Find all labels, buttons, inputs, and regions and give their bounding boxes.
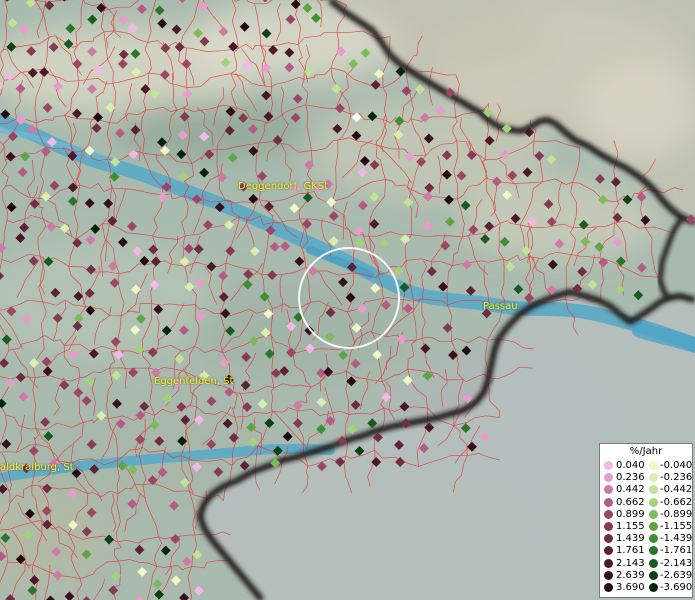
legend: %/Jahr 0.040 -0.040 0.236 -0.236 0.442 -0.442… <box>599 443 693 598</box>
legend-value-positive: 1.439 <box>616 533 645 545</box>
legend-swatch-positive <box>604 485 613 495</box>
legend-row: 0.662 -0.662 <box>600 497 694 509</box>
city-label-waldkraiburg: aldkraiburg, St <box>0 462 74 473</box>
legend-row: 0.442 -0.442 <box>600 484 694 496</box>
legend-swatch-negative <box>649 546 658 556</box>
legend-swatch-negative <box>649 583 658 592</box>
legend-value-negative: -1.761 <box>660 545 693 557</box>
legend-value-negative: -0.662 <box>660 496 693 508</box>
legend-swatch-negative <box>649 522 658 531</box>
legend-value-positive: 0.662 <box>616 496 645 508</box>
legend-swatch-positive <box>604 534 613 544</box>
legend-row: 2.143 -2.143 <box>600 558 694 570</box>
legend-value-negative: -1.439 <box>660 533 693 545</box>
legend-swatch-positive <box>604 546 613 556</box>
legend-value-negative: -0.236 <box>660 472 693 484</box>
legend-value-negative: -0.442 <box>660 484 693 496</box>
legend-value-positive: 1.761 <box>616 545 645 557</box>
legend-value-positive: 2.639 <box>616 569 645 581</box>
city-label-deggendorf: Deggendorf, GKSt <box>238 181 329 192</box>
city-label-eggenfelden: Eggenfelden, St <box>154 376 234 387</box>
legend-row: 0.236 -0.236 <box>600 472 694 484</box>
legend-swatch-positive <box>604 509 613 519</box>
legend-value-positive: 2.143 <box>616 557 645 569</box>
legend-swatch-positive <box>604 522 613 531</box>
legend-value-negative: -2.639 <box>660 569 693 581</box>
legend-swatch-positive <box>604 558 613 568</box>
city-label-passau: Passau <box>483 301 518 312</box>
legend-row: 0.899 -0.899 <box>600 509 694 521</box>
legend-value-negative: -1.155 <box>660 521 693 532</box>
legend-title: %/Jahr <box>629 446 663 457</box>
legend-row: 0.040 -0.040 <box>600 460 694 472</box>
legend-swatch-positive <box>604 583 613 592</box>
legend-value-positive: 3.690 <box>616 582 645 593</box>
legend-value-positive: 1.155 <box>616 521 645 532</box>
legend-swatch-negative <box>649 461 658 470</box>
legend-row: 1.439 -1.439 <box>600 533 694 545</box>
legend-value-negative: -0.899 <box>660 508 693 520</box>
legend-swatch-negative <box>649 509 658 519</box>
legend-swatch-negative <box>649 534 658 544</box>
legend-row: 3.690 -3.690 <box>600 582 694 594</box>
legend-swatch-negative <box>649 497 658 507</box>
legend-value-positive: 0.236 <box>616 472 645 484</box>
legend-value-negative: -3.690 <box>660 582 693 593</box>
legend-swatch-negative <box>649 485 658 495</box>
legend-swatch-positive <box>604 461 613 470</box>
legend-swatch-positive <box>604 497 613 507</box>
legend-swatch-positive <box>604 473 613 483</box>
map-canvas[interactable] <box>0 0 695 600</box>
legend-value-positive: 0.899 <box>616 508 645 520</box>
legend-swatch-negative <box>649 558 658 568</box>
legend-value-positive: 0.442 <box>616 484 645 496</box>
legend-row: 1.155 -1.155 <box>600 521 694 533</box>
legend-row: 2.639 -2.639 <box>600 570 694 582</box>
legend-row: 1.761 -1.761 <box>600 545 694 557</box>
legend-value-negative: -2.143 <box>660 557 693 569</box>
legend-swatch-positive <box>604 570 613 580</box>
legend-value-positive: 0.040 <box>616 460 645 471</box>
legend-swatch-negative <box>649 473 658 483</box>
legend-value-negative: -0.040 <box>660 460 693 471</box>
legend-swatch-negative <box>649 570 658 580</box>
